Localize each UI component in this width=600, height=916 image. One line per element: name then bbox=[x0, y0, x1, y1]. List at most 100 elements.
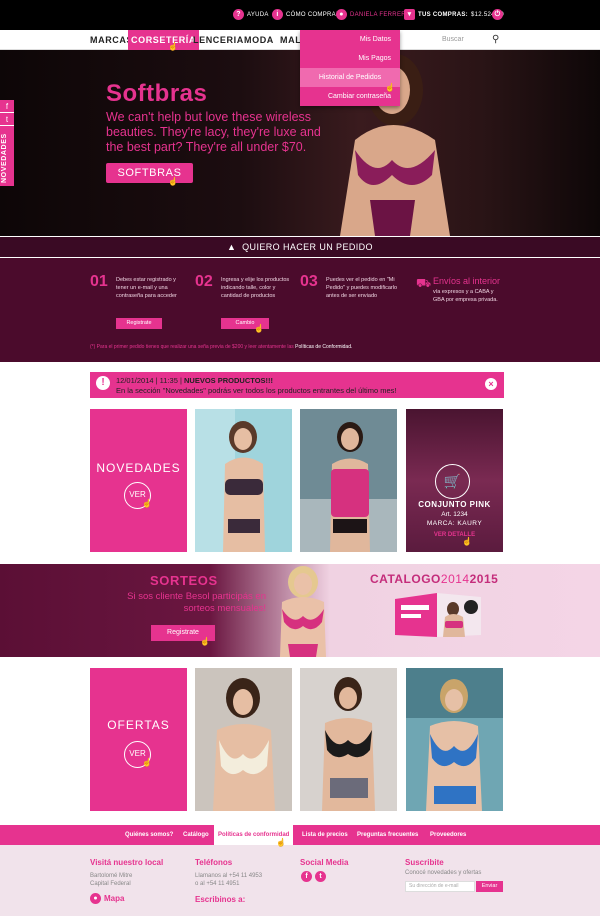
step-text: Debes estar registrado y tener un e-mail… bbox=[116, 277, 177, 299]
product-photo[interactable] bbox=[195, 409, 292, 552]
novedades-tile[interactable]: NOVEDADES VER bbox=[90, 409, 187, 552]
how-to-buy-label: CÓMO COMPRAR bbox=[286, 11, 341, 18]
footer-phones-text: Llamanos al +54 11 4953 o al +54 11 4951 bbox=[195, 873, 263, 887]
nav-item-moda[interactable]: MODA bbox=[244, 30, 274, 50]
hero-title: Softbras bbox=[106, 80, 208, 107]
conformity-policy-link[interactable]: Políticas de Conformidad. bbox=[295, 344, 352, 350]
footer-local-address: Bartolomé Mitre Capital Federal bbox=[90, 873, 133, 887]
how-to-buy-link[interactable]: i CÓMO COMPRAR bbox=[272, 9, 341, 20]
purchases-link[interactable]: ▾ TUS COMPRAS: $12.524,00 bbox=[404, 9, 504, 20]
nav-item-corseteria[interactable]: CORSETERÍA bbox=[128, 30, 200, 50]
purchases-label: TUS COMPRAS: bbox=[418, 11, 468, 18]
footer-link-quienes-somos[interactable]: Quiénes somos? bbox=[125, 825, 173, 845]
see-detail-link[interactable]: VER DETALLE bbox=[406, 532, 503, 538]
order-bar-label: QUIERO HACER UN PEDIDO bbox=[242, 242, 373, 252]
hero-text: We can't help but love these wireless be… bbox=[106, 110, 321, 154]
step-number: 03 bbox=[300, 273, 318, 290]
product-photo[interactable] bbox=[406, 668, 503, 811]
info-icon: i bbox=[272, 9, 283, 20]
catalog-title-word: CATALOGO bbox=[370, 572, 441, 586]
user-icon: ● bbox=[336, 9, 347, 20]
step-number: 01 bbox=[90, 273, 108, 290]
exclamation-icon: ! bbox=[96, 376, 110, 390]
top-bar: ? AYUDA i CÓMO COMPRAR ● DANIELA FERRERO… bbox=[0, 0, 600, 30]
alert-date: 12/01/2014 | 11:35 | bbox=[116, 376, 182, 385]
close-icon[interactable]: × bbox=[485, 378, 497, 390]
pointer-cursor-icon: ☝ bbox=[385, 83, 395, 92]
ofertas-title: OFERTAS bbox=[107, 718, 170, 732]
order-note-text: (*) Para el primer pedido tienes que rea… bbox=[90, 344, 294, 350]
pointer-cursor-icon: ☝ bbox=[142, 758, 152, 767]
alert-title: NUEVOS PRODUCTOS!!! bbox=[184, 376, 274, 385]
order-note: (*) Para el primer pedido tienes que rea… bbox=[90, 344, 352, 350]
footer-local-title: Visitá nuestro local bbox=[90, 858, 164, 867]
pointer-cursor-icon: ☝ bbox=[276, 838, 286, 847]
menu-item-mis-pagos[interactable]: Mis Pagos bbox=[300, 49, 400, 68]
featured-product-name: CONJUNTO PINK bbox=[418, 500, 491, 509]
help-icon: ? bbox=[233, 9, 244, 20]
footer-phones-title: Teléfonos bbox=[195, 858, 233, 867]
search-icon[interactable]: ⚲ bbox=[492, 34, 499, 45]
arrow-up-icon: ▲ bbox=[227, 242, 243, 252]
pointer-cursor-icon: ☝ bbox=[254, 324, 264, 333]
footer-nav: Quiénes somos? Catálogo Políticas de con… bbox=[0, 825, 600, 845]
sorteos-title: SORTEOS bbox=[150, 573, 218, 588]
menu-item-mis-datos[interactable]: Mis Datos bbox=[300, 30, 400, 49]
user-name: DANIELA FERRERO bbox=[350, 11, 411, 18]
step-number: 02 bbox=[195, 273, 213, 290]
shopping-cart-icon[interactable]: 🛒 bbox=[435, 464, 470, 499]
catalog-title[interactable]: CATALOGO20142015 bbox=[370, 572, 498, 586]
catalog-year-end: 2015 bbox=[469, 572, 499, 586]
footer-write-title: Escribinos a: bbox=[195, 895, 246, 904]
footer-link-catalogo[interactable]: Catálogo bbox=[183, 825, 209, 845]
twitter-icon[interactable]: t bbox=[0, 113, 14, 126]
footer-social-title: Social Media bbox=[300, 858, 349, 867]
sorteos-text: Si sos cliente Besol participás en sorte… bbox=[127, 591, 266, 614]
pointer-cursor-icon: ☝ bbox=[168, 42, 178, 51]
pointer-cursor-icon: ☝ bbox=[200, 637, 210, 646]
alert-text: En la sección "Novedades" podrás ver tod… bbox=[116, 386, 397, 395]
product-photo[interactable] bbox=[300, 409, 397, 552]
featured-product-art: Art. 1234 bbox=[441, 511, 468, 518]
logout-button[interactable]: ⏻ bbox=[492, 9, 503, 20]
order-toggle-bar[interactable]: ▲ QUIERO HACER UN PEDIDO bbox=[0, 237, 600, 257]
power-icon: ⏻ bbox=[492, 9, 503, 20]
nav-item-lenceria[interactable]: LENCERIA bbox=[193, 30, 244, 50]
twitter-icon[interactable]: t bbox=[315, 871, 326, 882]
newsletter-send-button[interactable]: Enviar bbox=[476, 881, 503, 892]
facebook-icon[interactable]: f bbox=[0, 100, 14, 113]
ofertas-tile[interactable]: OFERTAS VER bbox=[90, 668, 187, 811]
product-photo[interactable] bbox=[195, 668, 292, 811]
register-button[interactable]: Registrate bbox=[116, 318, 162, 329]
footer-link-lista-precios[interactable]: Lista de precios bbox=[302, 825, 348, 845]
catalog-cover-image[interactable] bbox=[393, 591, 483, 639]
pointer-cursor-icon: ☝ bbox=[142, 499, 152, 508]
user-dropdown-menu: Mis Datos Mis Pagos Historial de Pedidos… bbox=[300, 30, 400, 106]
help-label: AYUDA bbox=[247, 11, 269, 18]
shipping-text: vía expresos y a CABA y GBA por empresa … bbox=[433, 289, 498, 303]
truck-icon: ⛟ bbox=[416, 276, 432, 290]
step-text: Puedes ver el pedido en "Mi Pedido" y pu… bbox=[326, 277, 398, 299]
pointer-cursor-icon: ☝ bbox=[168, 177, 178, 186]
side-novedades-label[interactable]: NOVEDADES bbox=[1, 133, 8, 183]
sorteos-banner bbox=[0, 564, 600, 657]
map-link[interactable]: Mapa bbox=[104, 894, 124, 903]
product-photo[interactable] bbox=[300, 668, 397, 811]
nav-item-marcas[interactable]: MARCAS bbox=[90, 30, 133, 50]
hero-cta-button[interactable]: SOFTBRAS bbox=[106, 163, 193, 183]
alert-heading: 12/01/2014 | 11:35 | NUEVOS PRODUCTOS!!! bbox=[116, 376, 273, 385]
featured-product-brand: MARCA: KAURY bbox=[426, 520, 483, 527]
newsletter-email-input[interactable]: Su dirección de e-mail bbox=[405, 881, 475, 892]
shipping-title: Envíos al interior bbox=[433, 276, 501, 286]
cart-icon: ▾ bbox=[404, 9, 415, 20]
step-text: Ingresa y elije los productos indicando … bbox=[221, 277, 290, 299]
sorteos-model-image bbox=[280, 566, 326, 657]
catalog-year-start: 2014 bbox=[440, 572, 470, 586]
footer-link-preguntas[interactable]: Preguntas frecuentes bbox=[357, 825, 418, 845]
novedades-title: NOVEDADES bbox=[96, 461, 181, 475]
help-link[interactable]: ? AYUDA bbox=[233, 9, 269, 20]
user-menu-toggle[interactable]: ● DANIELA FERRERO bbox=[336, 9, 411, 20]
map-pin-icon[interactable]: ● bbox=[90, 893, 101, 904]
facebook-icon[interactable]: f bbox=[301, 871, 312, 882]
footer-link-proveedores[interactable]: Proveedores bbox=[430, 825, 466, 845]
